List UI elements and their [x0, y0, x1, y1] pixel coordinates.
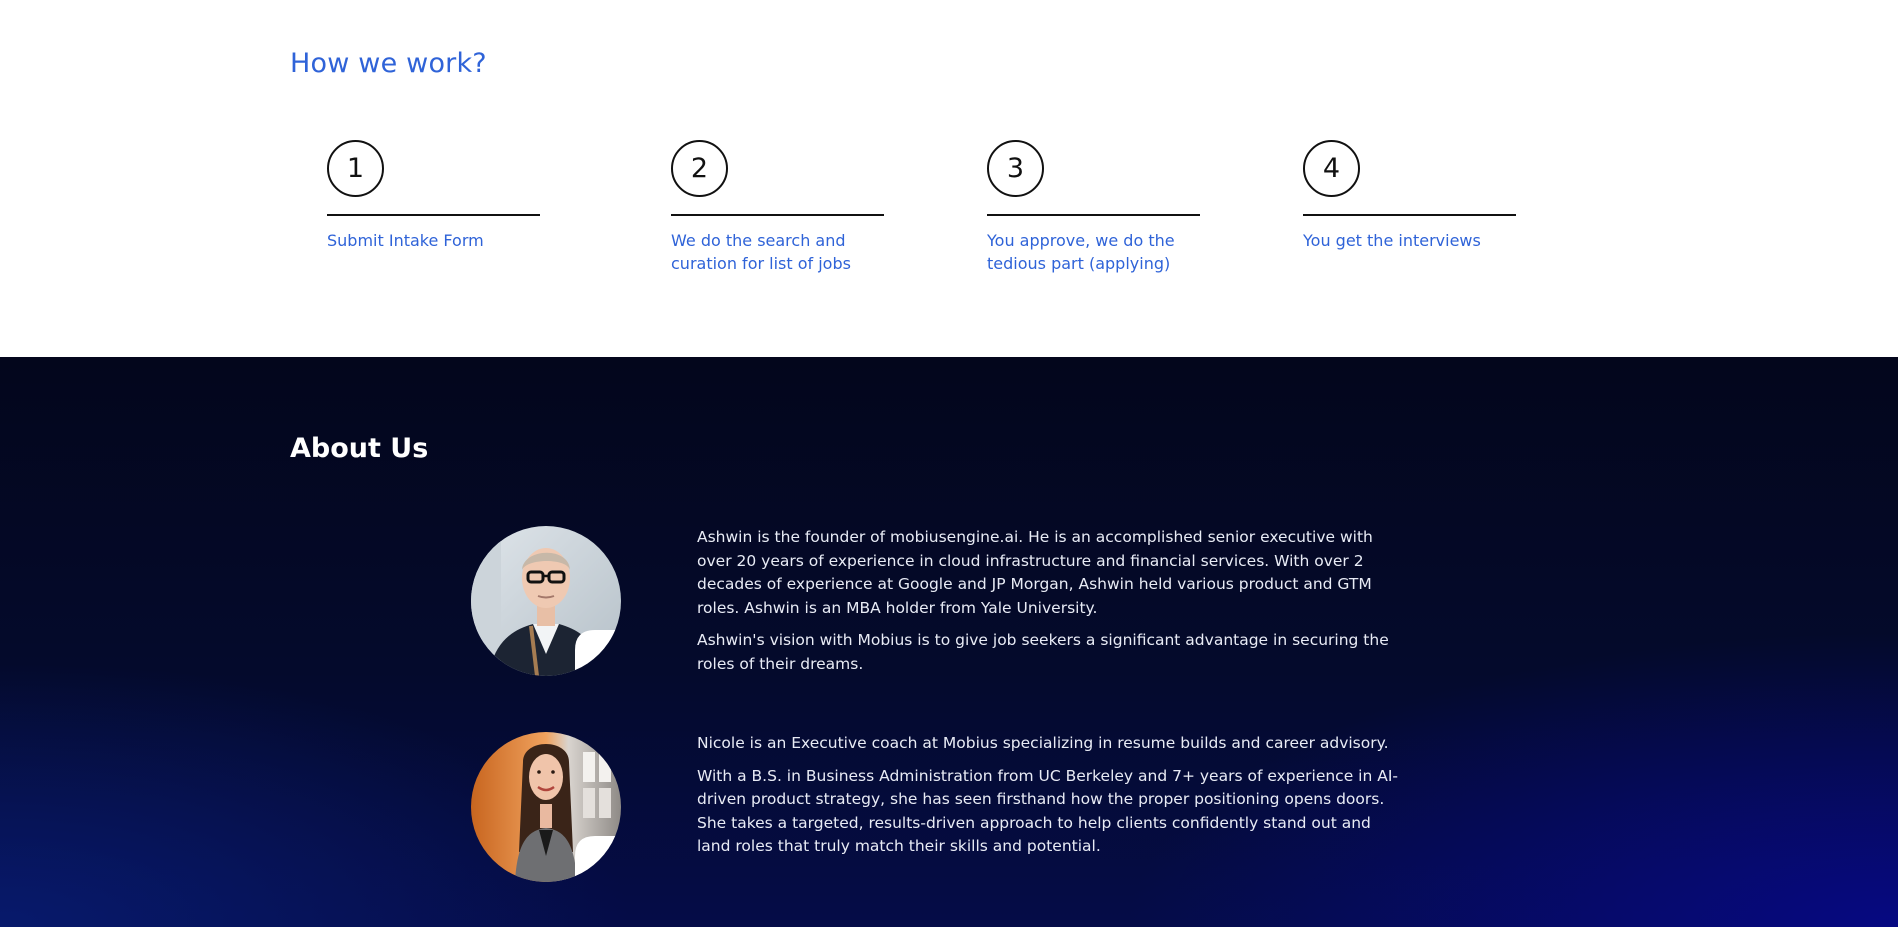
avatar-nicole [471, 732, 621, 882]
bio-ashwin: Ashwin is the founder of mobiusengine.ai… [697, 526, 1403, 685]
step-description: Submit Intake Form [327, 231, 484, 250]
avatar-ashwin [471, 526, 621, 676]
step-3: 3 You approve, we do the tedious part (a… [987, 140, 1201, 275]
step-2: 2 We do the search and curation for list… [671, 140, 885, 275]
step-4: 4 You get the interviews [1303, 140, 1517, 252]
portrait-woman-icon [471, 732, 621, 882]
step-number-circle: 3 [987, 140, 1044, 197]
step-description: You get the interviews [1303, 231, 1481, 250]
about-us-title: About Us [290, 433, 429, 464]
bio-paragraph: With a B.S. in Business Administration f… [697, 766, 1398, 856]
step-number-circle: 2 [671, 140, 728, 197]
step-1: 1 Submit Intake Form [327, 140, 541, 252]
step-description: You approve, we do the tedious part (app… [987, 231, 1175, 273]
step-description: We do the search and curation for list o… [671, 231, 851, 273]
bio-paragraph: Nicole is an Executive coach at Mobius s… [697, 734, 1389, 752]
bio-nicole: Nicole is an Executive coach at Mobius s… [697, 732, 1403, 868]
step-divider [1303, 214, 1516, 216]
portrait-man-icon [471, 526, 621, 676]
step-divider [327, 214, 540, 216]
step-divider [671, 214, 884, 216]
step-divider [987, 214, 1200, 216]
bio-paragraph: Ashwin's vision with Mobius is to give j… [697, 631, 1389, 673]
bio-paragraph: Ashwin is the founder of mobiusengine.ai… [697, 528, 1373, 617]
how-we-work-section: How we work? 1 Submit Intake Form 2 We d… [0, 0, 1898, 357]
how-we-work-title: How we work? [290, 48, 487, 79]
about-us-section: About Us Ashwin is the founder of mobius… [0, 357, 1898, 927]
step-number-circle: 4 [1303, 140, 1360, 197]
page: How we work? 1 Submit Intake Form 2 We d… [0, 0, 1898, 927]
step-number-circle: 1 [327, 140, 384, 197]
